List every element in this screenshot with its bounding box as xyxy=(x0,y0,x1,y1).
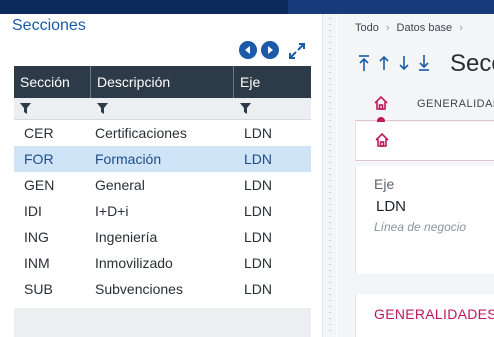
cell-descripcion: Ingeniería xyxy=(95,229,158,245)
cell-eje: LDN xyxy=(244,255,273,271)
cell-seccion: FOR xyxy=(24,151,54,167)
sections-grid: Sección Descripción Eje CER Certificacio… xyxy=(14,66,311,302)
column-header-descripcion[interactable]: Descripción xyxy=(91,66,234,98)
cell-descripcion: General xyxy=(95,177,145,193)
table-row[interactable]: ING Ingeniería LDN xyxy=(14,224,311,250)
cell-eje: LDN xyxy=(244,203,273,219)
first-record-icon[interactable] xyxy=(357,54,371,72)
home-card xyxy=(355,122,494,162)
grid-header: Sección Descripción Eje xyxy=(14,66,311,98)
chevron-right-icon: › xyxy=(459,22,463,34)
cell-eje: LDN xyxy=(244,281,273,297)
home-icon[interactable] xyxy=(373,95,389,111)
field-hint: Línea de negocio xyxy=(374,220,467,234)
cell-seccion: ING xyxy=(24,229,49,245)
tab-bar: GENERALIDAD xyxy=(337,92,494,120)
cell-seccion: IDI xyxy=(24,203,42,219)
table-row[interactable]: INM Inmovilizado LDN xyxy=(14,250,311,276)
breadcrumb: Todo › Datos base › xyxy=(355,22,470,34)
eje-field-card: Eje LDN Línea de negocio xyxy=(355,166,494,274)
prev-icon xyxy=(245,46,250,54)
top-bar-accent xyxy=(288,0,494,14)
cell-eje: LDN xyxy=(244,151,273,167)
cell-descripcion: Inmovilizado xyxy=(95,255,173,271)
next-icon xyxy=(268,46,273,54)
previous-button[interactable] xyxy=(239,41,257,59)
chevron-right-icon: › xyxy=(385,22,390,34)
cell-descripcion: I+D+i xyxy=(95,203,129,219)
home-icon[interactable] xyxy=(374,132,390,148)
cell-seccion: GEN xyxy=(24,177,55,193)
breadcrumb-item-todo[interactable]: Todo xyxy=(355,22,379,34)
tab-underline xyxy=(355,120,494,121)
field-value-eje[interactable]: LDN xyxy=(376,198,406,215)
table-row-selected[interactable]: FOR Formación LDN xyxy=(14,146,311,172)
table-row[interactable]: GEN General LDN xyxy=(14,172,311,198)
record-nav xyxy=(357,54,431,72)
sections-panel: Secciones Sección Descripción Eje CER Ce… xyxy=(0,14,322,337)
section-title: GENERALIDADES xyxy=(374,306,494,322)
filter-icon[interactable] xyxy=(97,103,108,114)
filter-icon[interactable] xyxy=(240,103,251,114)
column-header-eje[interactable]: Eje xyxy=(234,66,311,98)
field-label-eje: Eje xyxy=(374,176,395,192)
cell-seccion: SUB xyxy=(24,281,53,297)
arrow-down-icon[interactable] xyxy=(397,54,411,72)
next-button[interactable] xyxy=(261,41,279,59)
cell-eje: LDN xyxy=(244,177,273,193)
filter-icon[interactable] xyxy=(20,103,31,114)
panel-title: Secciones xyxy=(12,17,86,34)
cell-seccion: CER xyxy=(24,125,54,141)
grid-footer xyxy=(14,308,311,337)
splitter-grip xyxy=(329,18,331,333)
cell-eje: LDN xyxy=(244,125,273,141)
cell-seccion: INM xyxy=(24,255,50,271)
table-row[interactable]: IDI I+D+i LDN xyxy=(14,198,311,224)
generalidades-section: GENERALIDADES xyxy=(355,294,494,337)
cell-descripcion: Formación xyxy=(95,151,162,167)
arrow-up-icon[interactable] xyxy=(377,54,391,72)
cell-descripcion: Subvenciones xyxy=(95,281,183,297)
cell-eje: LDN xyxy=(244,229,273,245)
panel-splitter[interactable] xyxy=(322,14,336,337)
table-row[interactable]: SUB Subvenciones LDN xyxy=(14,276,311,302)
page-title: Secc xyxy=(450,50,494,77)
filter-row xyxy=(14,98,311,120)
top-bar xyxy=(0,0,494,14)
expand-icon[interactable] xyxy=(287,41,307,61)
column-header-seccion[interactable]: Sección xyxy=(14,66,91,98)
table-row[interactable]: CER Certificaciones LDN xyxy=(14,120,311,146)
divider xyxy=(356,160,494,161)
breadcrumb-item-datos-base[interactable]: Datos base xyxy=(397,22,453,34)
last-record-icon[interactable] xyxy=(417,54,431,72)
cell-descripcion: Certificaciones xyxy=(95,125,187,141)
detail-panel: Todo › Datos base › Secc GENERALIDAD Eje… xyxy=(337,14,494,337)
tab-generalidades[interactable]: GENERALIDAD xyxy=(417,98,494,110)
